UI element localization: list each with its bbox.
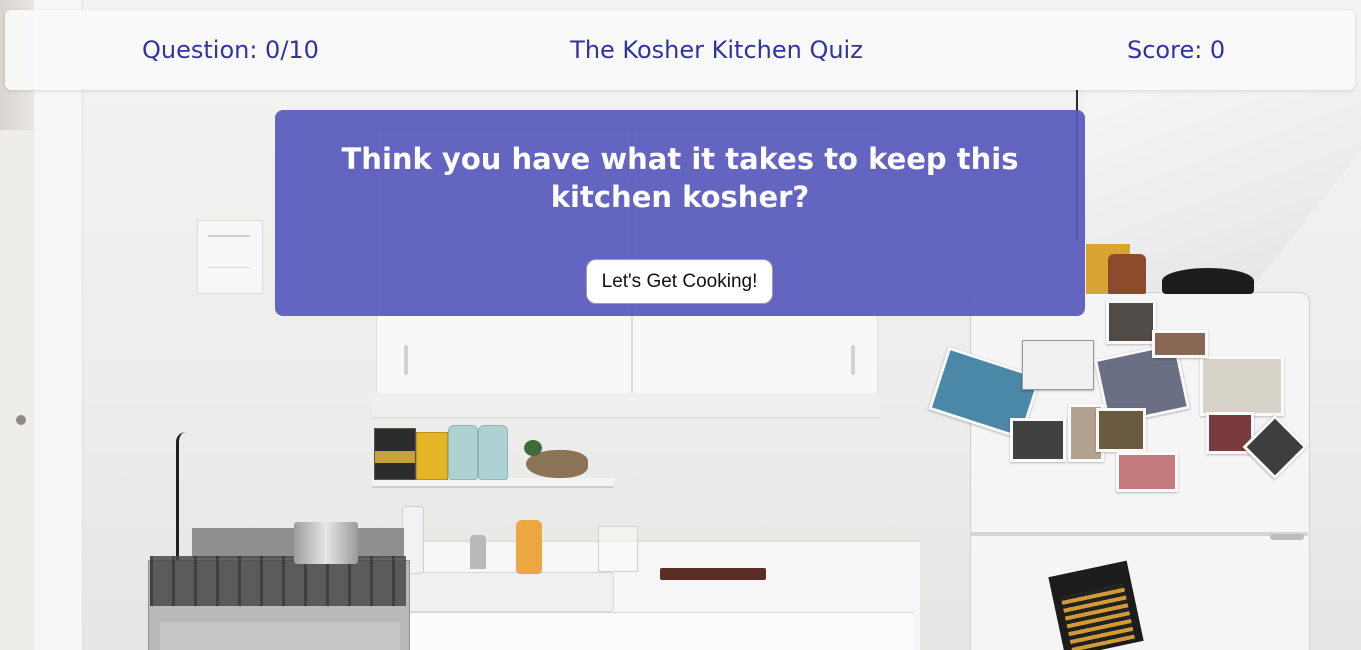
- kitchen-background-image: [0, 0, 1361, 650]
- fridge-photo: [1116, 452, 1178, 492]
- mason-jar: [448, 425, 478, 480]
- mason-jar: [478, 425, 508, 480]
- fridge-door-split: [970, 532, 1308, 536]
- salt-box: [374, 428, 416, 480]
- fridge-top-jar: [1108, 254, 1146, 294]
- fridge-photo: [1010, 418, 1066, 462]
- soap-dispenser: [516, 520, 542, 574]
- door-knob: [16, 415, 26, 425]
- fridge-top-pot: [1162, 268, 1254, 294]
- stove-knobs: [160, 622, 400, 650]
- fridge-photo: [1106, 300, 1156, 344]
- sink: [392, 572, 614, 612]
- spice-box: [416, 432, 448, 480]
- fridge-photo: [1096, 408, 1146, 452]
- duck-decoy: [524, 440, 588, 478]
- wall-pillar: [34, 0, 83, 650]
- glass: [598, 526, 638, 572]
- fridge-photo: [1022, 340, 1094, 390]
- cutting-board: [660, 568, 766, 580]
- intro-card: Think you have what it takes to keep thi…: [275, 110, 1085, 316]
- fridge-photo: [1200, 356, 1284, 416]
- stove-grates: [150, 556, 406, 606]
- quiz-header: Question: 0/10 The Kosher Kitchen Quiz S…: [5, 10, 1355, 90]
- score-display: Score: 0: [1127, 36, 1226, 64]
- door: [0, 130, 35, 650]
- intro-heading: Think you have what it takes to keep thi…: [341, 142, 1019, 214]
- fridge-calendar: [1048, 560, 1144, 650]
- wall-frame: [197, 220, 263, 294]
- cooking-pot: [294, 522, 358, 564]
- fridge-handle: [1270, 534, 1304, 540]
- counter-front: [404, 612, 914, 650]
- cabinet-trim: [372, 393, 880, 418]
- fridge-photo: [1152, 330, 1208, 358]
- cabinet-handle: [404, 345, 408, 375]
- faucet: [470, 535, 486, 569]
- start-quiz-button[interactable]: Let's Get Cooking!: [586, 259, 773, 304]
- cabinet-handle: [851, 345, 855, 375]
